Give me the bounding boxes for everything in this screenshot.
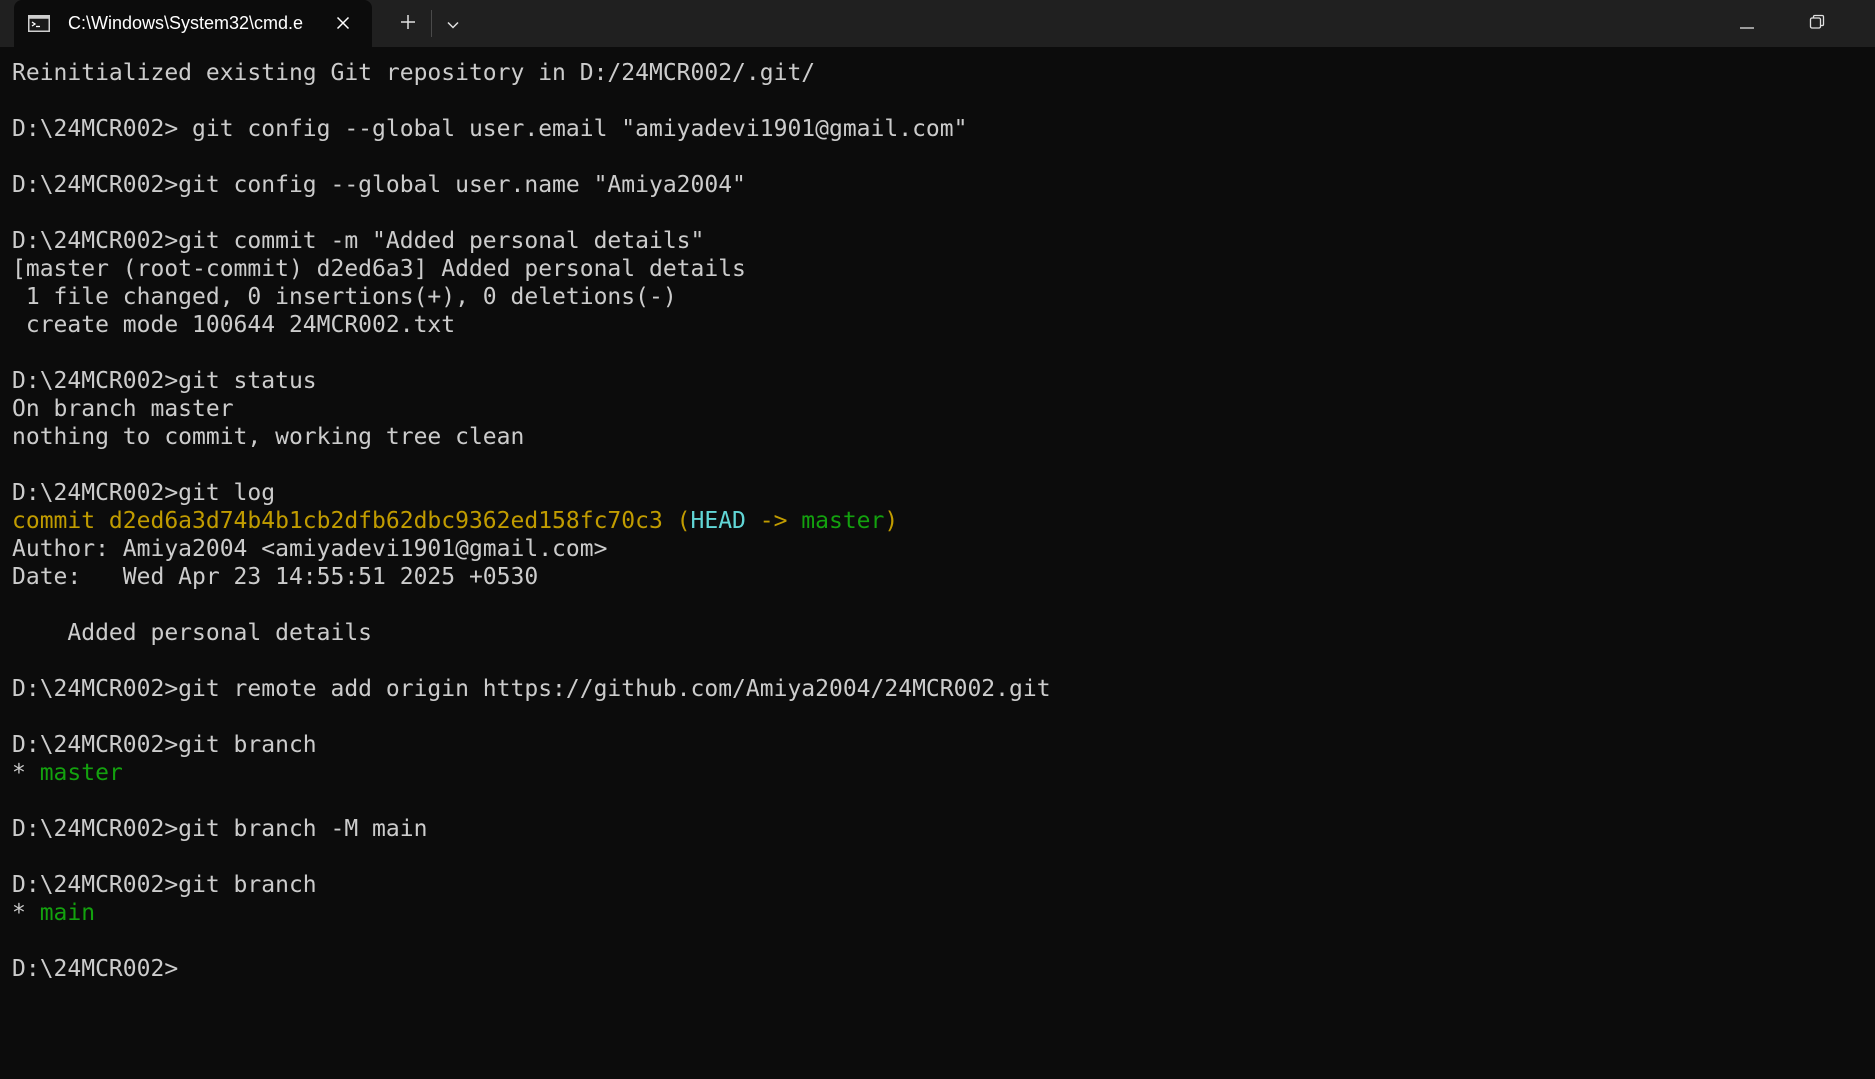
tab-cmd[interactable]: C:\Windows\System32\cmd.e — [14, 0, 372, 47]
terminal-text-segment: master — [39, 760, 123, 786]
terminal-text-segment: * — [12, 900, 40, 926]
terminal-line: * master — [12, 759, 1862, 787]
terminal-icon — [28, 15, 50, 32]
terminal-line: D:\24MCR002>git remote add origin https:… — [12, 676, 1051, 702]
minimize-icon — [1739, 15, 1755, 34]
terminal-line: D:\24MCR002>git config --global user.nam… — [12, 172, 746, 198]
terminal-text-segment: commit d2ed6a3d74b4b1cb2dfb62dbc9362ed15… — [12, 508, 691, 534]
terminal-text-segment: HEAD — [690, 508, 746, 534]
profile-dropdown-button[interactable] — [438, 9, 468, 39]
restore-button[interactable] — [1795, 9, 1839, 39]
terminal-text-segment: main — [39, 900, 96, 926]
terminal-line: * main — [12, 899, 1862, 927]
terminal-line: D:\24MCR002> git config --global user.em… — [12, 116, 968, 142]
tab-title: C:\Windows\System32\cmd.e — [68, 13, 304, 33]
terminal-line: D:\24MCR002> — [12, 956, 179, 982]
terminal-line: D:\24MCR002>git status — [12, 368, 317, 394]
terminal-line: nothing to commit, working tree clean — [12, 424, 525, 450]
terminal-text-segment: master — [801, 508, 885, 534]
terminal-text-segment: ) — [884, 508, 899, 534]
terminal-line: create mode 100644 24MCR002.txt — [12, 312, 456, 338]
title-bar: C:\Windows\System32\cmd.e — [0, 0, 1875, 47]
new-tab-button[interactable] — [393, 9, 423, 39]
plus-icon — [400, 14, 416, 34]
terminal-line: Author: Amiya2004 <amiyadevi1901@gmail.c… — [12, 536, 608, 562]
terminal-line: D:\24MCR002>git commit -m "Added persona… — [12, 228, 705, 254]
terminal-text-segment: * — [12, 760, 40, 786]
terminal-line: On branch master — [12, 396, 234, 422]
terminal-line: D:\24MCR002>git branch — [12, 872, 317, 898]
terminal-line: Added personal details — [12, 620, 373, 646]
terminal-line: [master (root-commit) d2ed6a3] Added per… — [12, 256, 746, 282]
terminal-line: commit d2ed6a3d74b4b1cb2dfb62dbc9362ed15… — [12, 507, 1862, 535]
close-icon[interactable] — [332, 12, 354, 34]
minimize-button[interactable] — [1725, 9, 1769, 39]
chevron-down-icon — [446, 15, 460, 34]
terminal-output[interactable]: Reinitialized existing Git repository in… — [12, 59, 1862, 1069]
terminal-line: D:\24MCR002>git branch — [12, 732, 317, 758]
terminal-text-segment: -> — [745, 508, 802, 534]
tab-separator — [431, 10, 432, 37]
terminal-line: Date: Wed Apr 23 14:55:51 2025 +0530 — [12, 564, 539, 590]
terminal-line: D:\24MCR002>git log — [12, 480, 276, 506]
terminal-line: D:\24MCR002>git branch -M main — [12, 816, 428, 842]
terminal-line: 1 file changed, 0 insertions(+), 0 delet… — [12, 284, 677, 310]
terminal-line: Reinitialized existing Git repository in… — [12, 60, 816, 86]
restore-icon — [1809, 14, 1825, 34]
terminal-window: C:\Windows\System32\cmd.e Reinitialized … — [0, 0, 1875, 1079]
